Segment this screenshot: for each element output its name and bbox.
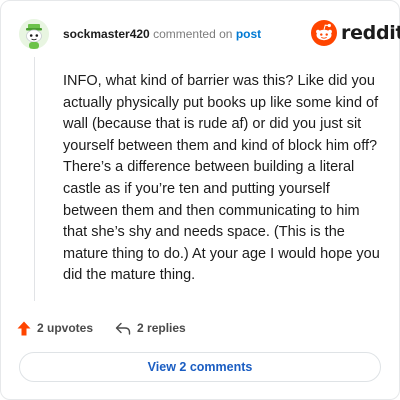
- snoo-avatar-icon[interactable]: [19, 19, 49, 49]
- comment-body: INFO, what kind of barrier was this? Lik…: [63, 73, 380, 284]
- view-comments-button[interactable]: View 2 comments: [19, 352, 381, 382]
- username[interactable]: sockmaster420: [63, 27, 150, 41]
- comment-actions: 2 upvotes 2 replies: [17, 319, 186, 337]
- reply-button[interactable]: 2 replies: [115, 321, 186, 335]
- thread-line: [34, 57, 35, 301]
- post-link[interactable]: post: [236, 27, 261, 41]
- upvote-count: 2 upvotes: [37, 321, 94, 335]
- upvote-button[interactable]: 2 upvotes: [17, 321, 93, 336]
- comment-card: sockmaster420 commented on post reddit I…: [0, 0, 400, 400]
- meta-text: commented on: [153, 27, 233, 41]
- comment-header: sockmaster420 commented on post: [63, 27, 261, 41]
- upvote-arrow-icon: [17, 321, 31, 335]
- reply-arrow-icon: [115, 322, 131, 335]
- reddit-wordmark: reddit: [341, 22, 400, 44]
- reddit-logo[interactable]: reddit: [311, 19, 400, 47]
- reply-count: 2 replies: [137, 321, 186, 335]
- reddit-snoo-icon: [311, 20, 337, 46]
